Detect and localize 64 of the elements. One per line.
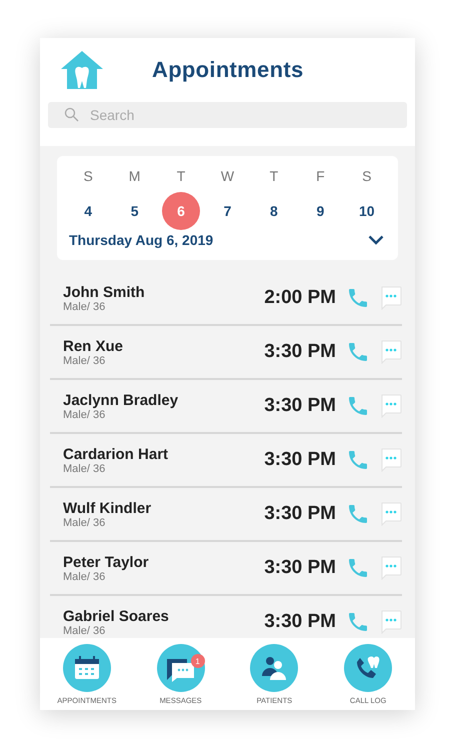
phone-icon[interactable] — [346, 556, 370, 580]
appointment-time: 3:30 PM — [264, 449, 336, 471]
chat-icon[interactable] — [380, 610, 402, 634]
appointment-row[interactable]: Jaclynn Bradley Male/ 36 3:30 PM — [50, 380, 402, 434]
chat-icon[interactable] — [380, 286, 402, 310]
appointment-time: 3:30 PM — [264, 503, 336, 525]
calendar-day[interactable]: 8 — [254, 192, 293, 230]
patient-name: Gabriel Soares — [63, 608, 170, 624]
calendar-icon — [62, 644, 111, 692]
weekday-label: T — [176, 168, 186, 186]
appointment-time: 2:00 PM — [264, 287, 336, 309]
search-field[interactable]: Search — [48, 102, 407, 128]
phone-icon[interactable] — [346, 286, 370, 310]
patient-details: Male/ 36 — [63, 300, 106, 312]
patient-name: Cardarion Hart — [63, 446, 170, 462]
chat-icon[interactable] — [380, 556, 402, 580]
calendar-day[interactable]: 9 — [301, 192, 340, 230]
patient-details: Male/ 36 — [63, 462, 106, 474]
phone-icon[interactable] — [346, 448, 370, 472]
patient-name: Jaclynn Bradley — [63, 392, 180, 408]
calendar-day[interactable]: 5 — [116, 192, 154, 230]
appointment-time: 3:30 PM — [264, 341, 336, 363]
patient-name: Wulf Kindler — [63, 500, 152, 516]
appointment-row[interactable]: Wulf Kindler Male/ 36 3:30 PM — [50, 488, 402, 542]
phone-tooth-icon — [344, 644, 392, 692]
patient-name: Ren Xue — [63, 338, 124, 354]
tooth-house-icon[interactable] — [60, 50, 104, 90]
calendar-day[interactable]: 4 — [69, 192, 108, 230]
weekday-label: T — [270, 168, 278, 186]
appointment-time: 3:30 PM — [264, 611, 336, 633]
weekday-label: M — [128, 168, 140, 186]
appointment-row[interactable]: John Smith Male/ 36 2:00 PM — [50, 272, 402, 326]
weekday-label: W — [220, 168, 234, 186]
patient-details: Male/ 36 — [63, 354, 106, 366]
calendar-day[interactable]: 10 — [348, 192, 386, 230]
chat-icon[interactable] — [380, 394, 402, 418]
chat-icon[interactable] — [380, 502, 402, 526]
patient-name: John Smith — [63, 284, 146, 300]
appointment-row[interactable]: Peter Taylor Male/ 36 3:30 PM — [50, 542, 402, 596]
patient-details: Male/ 36 — [63, 570, 106, 582]
appointment-time: 3:30 PM — [264, 557, 336, 579]
appointment-row[interactable]: Cardarion Hart Male/ 36 3:30 PM — [50, 434, 402, 488]
phone-icon[interactable] — [346, 394, 370, 418]
chat-icon — [156, 644, 205, 692]
phone-icon[interactable] — [346, 502, 370, 526]
chat-icon[interactable] — [380, 340, 402, 364]
patient-name: Peter Taylor — [63, 554, 150, 570]
phone-icon[interactable] — [346, 610, 370, 634]
patient-details: Male/ 36 — [63, 624, 106, 636]
chevron-down-icon[interactable] — [368, 235, 384, 245]
selected-date: Thursday Aug 6, 2019 — [69, 232, 214, 248]
weekday-label: F — [316, 168, 325, 186]
phone-icon[interactable] — [346, 340, 370, 364]
people-icon — [250, 644, 298, 692]
appointment-time: 3:30 PM — [264, 395, 336, 417]
weekday-label: S — [84, 168, 93, 186]
patient-details: Male/ 36 — [63, 516, 106, 528]
chat-icon[interactable] — [380, 448, 402, 472]
calendar-day[interactable]: 7 — [208, 192, 246, 230]
weekday-label: S — [362, 168, 372, 186]
screen-title: Appointments — [152, 57, 304, 83]
patient-details: Male/ 36 — [63, 408, 106, 420]
search-icon — [64, 107, 79, 122]
appointment-row[interactable]: Ren Xue Male/ 36 3:30 PM — [50, 326, 402, 380]
